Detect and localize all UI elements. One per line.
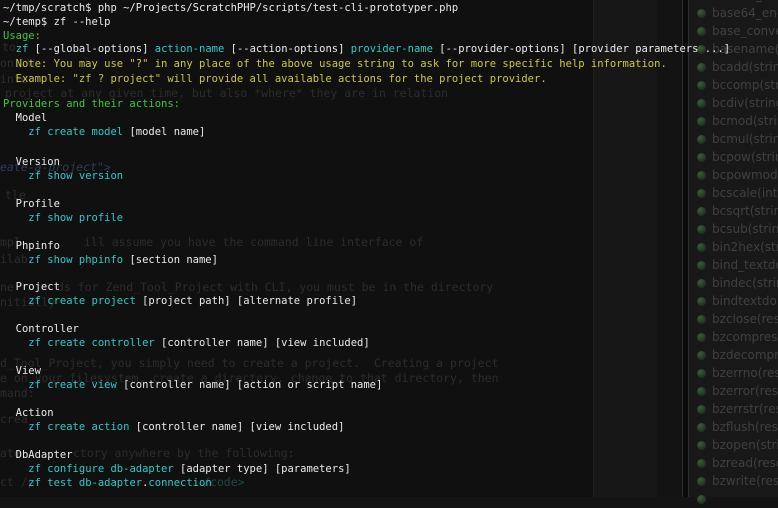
- terminal-text-segment: zf create view: [28, 379, 117, 391]
- terminal-line-providers-header: Providers and their actions:: [3, 98, 180, 111]
- terminal-text-segment: [--provider-options] [provider parameter…: [433, 43, 730, 55]
- terminal-line-provider-project: Project: [3, 281, 60, 294]
- terminal-text-segment: Providers and their actions:: [3, 98, 180, 110]
- terminal-text-segment: [3, 421, 28, 433]
- terminal-text-segment: Profile: [3, 198, 60, 210]
- terminal-text-segment: [model name]: [123, 126, 205, 138]
- terminal-text-segment: zf show version: [28, 170, 123, 182]
- terminal-text-segment: [3, 337, 28, 349]
- terminal-text-segment: [3, 254, 28, 266]
- terminal-line-provider-phpinfo: Phpinfo: [3, 240, 60, 253]
- terminal-text-segment: zf show phpinfo: [28, 254, 123, 266]
- terminal-line-usage-header: Usage:: [3, 30, 41, 43]
- terminal-text-segment: provider-name: [351, 43, 433, 55]
- terminal-line-cmd-configure-dbadapter: zf configure db-adapter [adapter type] […: [3, 463, 351, 476]
- terminal-line-provider-view: View: [3, 365, 41, 378]
- terminal-text-segment: [3, 463, 28, 475]
- terminal-text-segment: [3, 295, 28, 307]
- terminal-text-segment: Project: [3, 281, 60, 293]
- terminal-text-segment: [controller name] [action or script name…: [117, 379, 383, 391]
- terminal-text-segment: zf: [16, 43, 29, 55]
- terminal-text-segment: zf configure db-adapter: [28, 463, 173, 475]
- terminal-text-segment: ~/temp$ zf --help: [3, 16, 110, 28]
- terminal-text-segment: Model: [3, 112, 47, 124]
- terminal-text-segment: zf create model: [28, 126, 123, 138]
- terminal-line-cmd-create-model: zf create model [model name]: [3, 126, 205, 139]
- terminal-text-segment: zf test db-adapter: [28, 477, 142, 489]
- terminal-line-usage-syntax: zf [--global-options] action-name [--act…: [3, 43, 730, 56]
- terminal-text-segment: zf create action: [28, 421, 129, 433]
- terminal-text-segment: [adapter type] [parameters]: [174, 463, 351, 475]
- terminal-line-provider-controller: Controller: [3, 323, 79, 336]
- terminal-line-cmd-test-dbadapter: zf test db-adapter.connection: [3, 477, 212, 490]
- terminal-line-cmd-show-profile: zf show profile: [3, 212, 123, 225]
- terminal-output[interactable]: ~/tmp/scratch$ php ~/Projects/ScratchPHP…: [0, 0, 778, 497]
- terminal-line-provider-dbadapter: DbAdapter: [3, 449, 73, 462]
- terminal-text-segment: [3, 477, 28, 489]
- terminal-text-segment: [section name]: [123, 254, 218, 266]
- terminal-text-segment: [--global-options]: [28, 43, 154, 55]
- terminal-text-segment: Usage:: [3, 30, 41, 42]
- terminal-text-segment: [controller name] [view included]: [155, 337, 370, 349]
- terminal-text-segment: [project path] [alternate profile]: [136, 295, 357, 307]
- terminal-text-segment: action-name: [155, 43, 225, 55]
- terminal-line-prompt-command-2: ~/temp$ zf --help: [3, 16, 110, 29]
- terminal-text-segment: ~/tmp/scratch$ php ~/Projects/ScratchPHP…: [3, 2, 458, 14]
- terminal-line-usage-example: Example: "zf ? project" will provide all…: [3, 73, 547, 86]
- terminal-text-segment: Controller: [3, 323, 79, 335]
- terminal-text-segment: View: [3, 365, 41, 377]
- terminal-text-segment: Action: [3, 407, 54, 419]
- terminal-text-segment: connection: [148, 477, 211, 489]
- terminal-text-segment: Note: You may use "?" in any place of th…: [3, 58, 667, 70]
- terminal-text-segment: [3, 379, 28, 391]
- terminal-text-segment: [3, 212, 28, 224]
- terminal-line-cmd-show-phpinfo: zf show phpinfo [section name]: [3, 254, 218, 267]
- terminal-text-segment: zf create controller: [28, 337, 154, 349]
- terminal-line-usage-note: Note: You may use "?" in any place of th…: [3, 58, 667, 71]
- terminal-text-segment: zf create project: [28, 295, 135, 307]
- terminal-text-segment: [--action-options]: [224, 43, 350, 55]
- terminal-text-segment: [3, 126, 28, 138]
- terminal-line-cmd-create-action: zf create action [controller name] [view…: [3, 421, 344, 434]
- terminal-text-segment: [3, 43, 16, 55]
- terminal-text-segment: [controller name] [view included]: [129, 421, 344, 433]
- terminal-text-segment: Phpinfo: [3, 240, 60, 252]
- terminal-text-segment: Version: [3, 156, 60, 168]
- terminal-text-segment: Example: "zf ? project" will provide all…: [3, 73, 547, 85]
- terminal-line-provider-action: Action: [3, 407, 54, 420]
- terminal-text-segment: [3, 170, 28, 182]
- terminal-line-cmd-create-view: zf create view [controller name] [action…: [3, 379, 382, 392]
- terminal-text-segment: DbAdapter: [3, 449, 73, 461]
- terminal-line-provider-model: Model: [3, 112, 47, 125]
- terminal-line-provider-version: Version: [3, 156, 60, 169]
- terminal-line-cmd-show-version: zf show version: [3, 170, 123, 183]
- terminal-line-provider-profile: Profile: [3, 198, 60, 211]
- terminal-line-prompt-command-1: ~/tmp/scratch$ php ~/Projects/ScratchPHP…: [3, 2, 458, 15]
- terminal-line-cmd-create-project: zf create project [project path] [altern…: [3, 295, 357, 308]
- terminal-line-cmd-create-controller: zf create controller [controller name] […: [3, 337, 370, 350]
- terminal-text-segment: zf show profile: [28, 212, 123, 224]
